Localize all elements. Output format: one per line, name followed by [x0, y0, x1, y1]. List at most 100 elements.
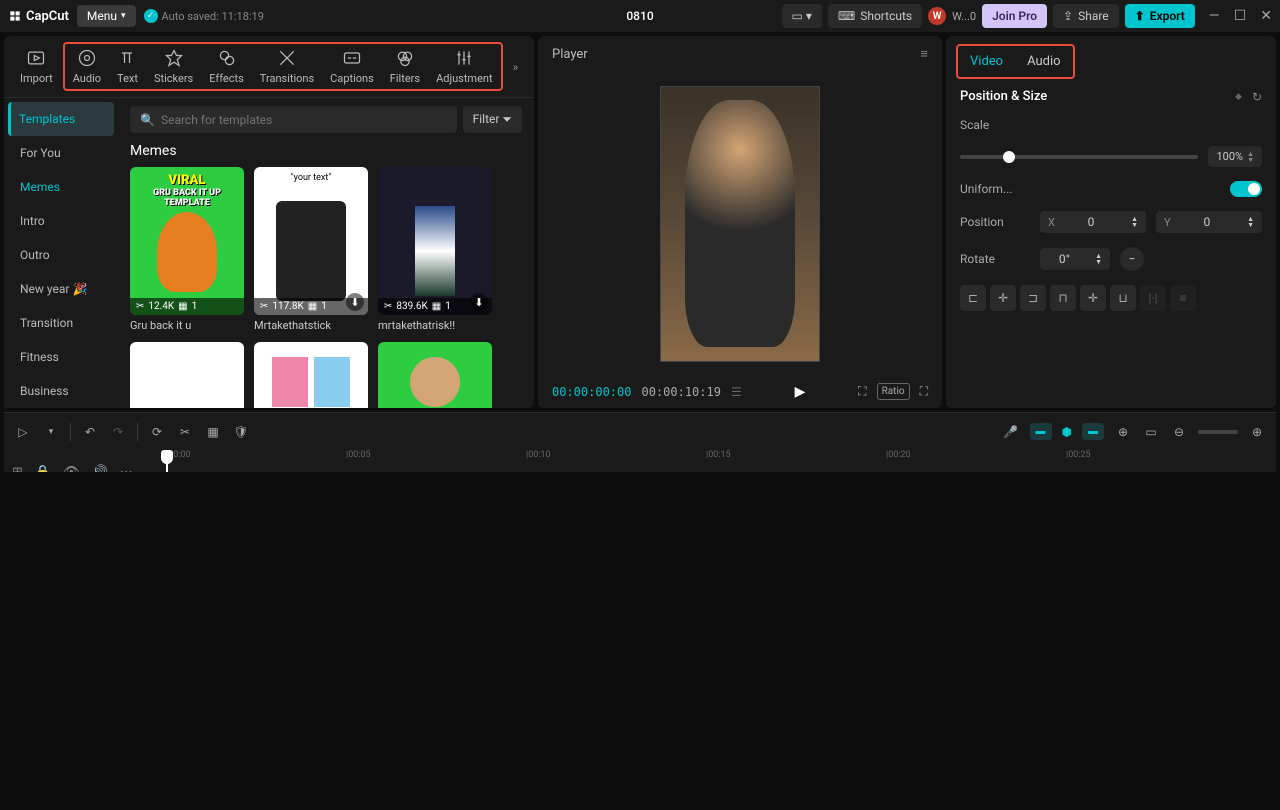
ratio-button[interactable]: Ratio: [877, 383, 910, 400]
uniform-label: Uniform...: [960, 182, 1030, 196]
uniform-toggle[interactable]: [1230, 181, 1262, 197]
player-canvas[interactable]: [538, 72, 942, 375]
autosave-status: ✓Auto saved: 11:18:19: [144, 9, 264, 23]
template-card[interactable]: [130, 342, 244, 408]
download-icon[interactable]: ⬇: [470, 293, 488, 311]
reset-icon[interactable]: ↻: [1252, 90, 1262, 104]
pointer-dropdown[interactable]: ▾: [42, 427, 60, 437]
tool-captions[interactable]: Captions: [322, 44, 382, 89]
cat-fitness[interactable]: Fitness: [8, 340, 114, 374]
cat-newyear[interactable]: New year 🎉: [8, 272, 114, 306]
filter-button[interactable]: Filter ⏷: [463, 106, 522, 133]
template-card[interactable]: [254, 342, 368, 408]
tool-text[interactable]: Text: [109, 44, 146, 89]
export-button[interactable]: ⬆Export: [1125, 4, 1195, 28]
play-button[interactable]: ▶: [795, 384, 806, 400]
section-title: Memes: [130, 143, 522, 159]
more-icon[interactable]: ⋯: [120, 465, 133, 473]
template-card[interactable]: [378, 342, 492, 408]
scale-slider[interactable]: [960, 155, 1198, 159]
mic-icon[interactable]: 🎤: [1002, 425, 1020, 439]
template-card[interactable]: "your text" ✂117.8K ▦1⬇ Mrtakethatstick: [254, 167, 368, 332]
join-pro-button[interactable]: Join Pro: [982, 4, 1047, 28]
position-x-input[interactable]: X0▲▼: [1040, 211, 1146, 233]
tool-effects[interactable]: Effects: [201, 44, 252, 89]
align-left-icon[interactable]: ⊏: [960, 285, 986, 311]
avatar[interactable]: W: [928, 7, 946, 25]
share-icon: ⇪: [1063, 9, 1073, 23]
download-icon[interactable]: ⬇: [346, 293, 364, 311]
timeline-ruler[interactable]: |00:00 |00:05 |00:10 |00:15 |00:20 |00:2…: [4, 450, 1276, 472]
grid-icon[interactable]: ▦: [204, 425, 222, 439]
cat-templates[interactable]: Templates: [8, 102, 114, 136]
cat-business[interactable]: Business: [8, 374, 114, 408]
align-right-icon[interactable]: ⊐: [1020, 285, 1046, 311]
tab-audio[interactable]: Audio: [1015, 46, 1072, 77]
track-icon[interactable]: ▭: [1142, 425, 1160, 439]
align-icon[interactable]: ⊕: [1114, 425, 1132, 439]
zoom-out-icon[interactable]: ⊖: [1170, 425, 1188, 439]
split-icon[interactable]: ⟳: [148, 425, 166, 439]
export-icon: ⬆: [1135, 9, 1145, 23]
tool-audio[interactable]: Audio: [65, 44, 109, 89]
rotate-reset-button[interactable]: −: [1120, 247, 1144, 271]
scale-label: Scale: [960, 118, 1030, 132]
menu-button[interactable]: Menu ▾: [77, 5, 136, 27]
player-menu-icon[interactable]: ≡: [920, 46, 928, 62]
position-y-input[interactable]: Y0▲▼: [1156, 211, 1262, 233]
redo-button[interactable]: ↷: [109, 425, 127, 439]
align-vcenter-icon[interactable]: ✛: [1080, 285, 1106, 311]
chip-2[interactable]: ▬: [1082, 423, 1104, 440]
cat-outro[interactable]: Outro: [8, 238, 114, 272]
tool-filters[interactable]: Filters: [382, 44, 428, 89]
list-icon[interactable]: ☰: [731, 385, 742, 399]
pointer-tool-icon[interactable]: ▷: [14, 425, 32, 439]
diamond-icon[interactable]: ◆: [1235, 92, 1242, 102]
tool-import[interactable]: Import: [12, 44, 61, 89]
playhead[interactable]: [166, 450, 168, 472]
page-icon: ▦: [178, 301, 187, 312]
zoom-in-icon[interactable]: ⊕: [1248, 425, 1266, 439]
search-icon: 🔍: [140, 113, 155, 127]
tool-transitions[interactable]: Transitions: [252, 44, 322, 89]
cat-for-you[interactable]: For You: [8, 136, 114, 170]
template-card[interactable]: VIRALGRU BACK IT UP TEMPLATE ✂12.4K ▦1 G…: [130, 167, 244, 332]
cat-intro[interactable]: Intro: [8, 204, 114, 238]
undo-button[interactable]: ↶: [81, 425, 99, 439]
tool-adjustment[interactable]: Adjustment: [428, 44, 501, 89]
crop-icon[interactable]: ✂: [176, 425, 194, 439]
cut-icon: ✂: [136, 301, 144, 312]
volume-icon[interactable]: 🔊: [92, 465, 108, 473]
scale-value[interactable]: 100%▲▼: [1208, 146, 1262, 167]
lock-icon[interactable]: 🔒: [35, 465, 51, 473]
fullscreen-icon[interactable]: ⛶: [920, 384, 928, 399]
zoom-slider[interactable]: [1198, 430, 1238, 434]
template-card[interactable]: ✂839.6K ▦1⬇ mrtakethatrisk!!: [378, 167, 492, 332]
focus-icon[interactable]: ⛶: [858, 384, 866, 399]
chip-1[interactable]: ▬: [1030, 423, 1052, 440]
maximize-button[interactable]: ☐: [1234, 8, 1247, 24]
tool-stickers[interactable]: Stickers: [146, 44, 201, 89]
rotate-input[interactable]: 0°▲▼: [1040, 248, 1110, 270]
shield-icon[interactable]: 🛡: [232, 425, 250, 439]
aspect-button[interactable]: ▭ ▾: [782, 4, 822, 28]
rotate-label: Rotate: [960, 252, 1030, 266]
eye-icon[interactable]: 👁: [63, 465, 80, 473]
tab-video[interactable]: Video: [958, 46, 1015, 77]
search-input[interactable]: 🔍: [130, 106, 457, 133]
shortcuts-button[interactable]: ⌨Shortcuts: [828, 4, 922, 28]
align-top-icon[interactable]: ⊓: [1050, 285, 1076, 311]
cat-transition[interactable]: Transition: [8, 306, 114, 340]
distribute-h-icon: |·|: [1140, 285, 1166, 311]
keyboard-icon: ⌨: [838, 9, 855, 23]
minimize-button[interactable]: —: [1209, 8, 1220, 24]
close-button[interactable]: ✕: [1260, 8, 1272, 24]
track-add-icon[interactable]: ⊞: [12, 465, 23, 473]
project-title: 0810: [626, 9, 653, 23]
cat-memes[interactable]: Memes: [8, 170, 114, 204]
align-bottom-icon[interactable]: ⊔: [1110, 285, 1136, 311]
magnet-icon[interactable]: ⬢: [1062, 425, 1072, 439]
more-tools-button[interactable]: »: [505, 52, 527, 82]
align-hcenter-icon[interactable]: ✛: [990, 285, 1016, 311]
share-button[interactable]: ⇪Share: [1053, 4, 1119, 28]
